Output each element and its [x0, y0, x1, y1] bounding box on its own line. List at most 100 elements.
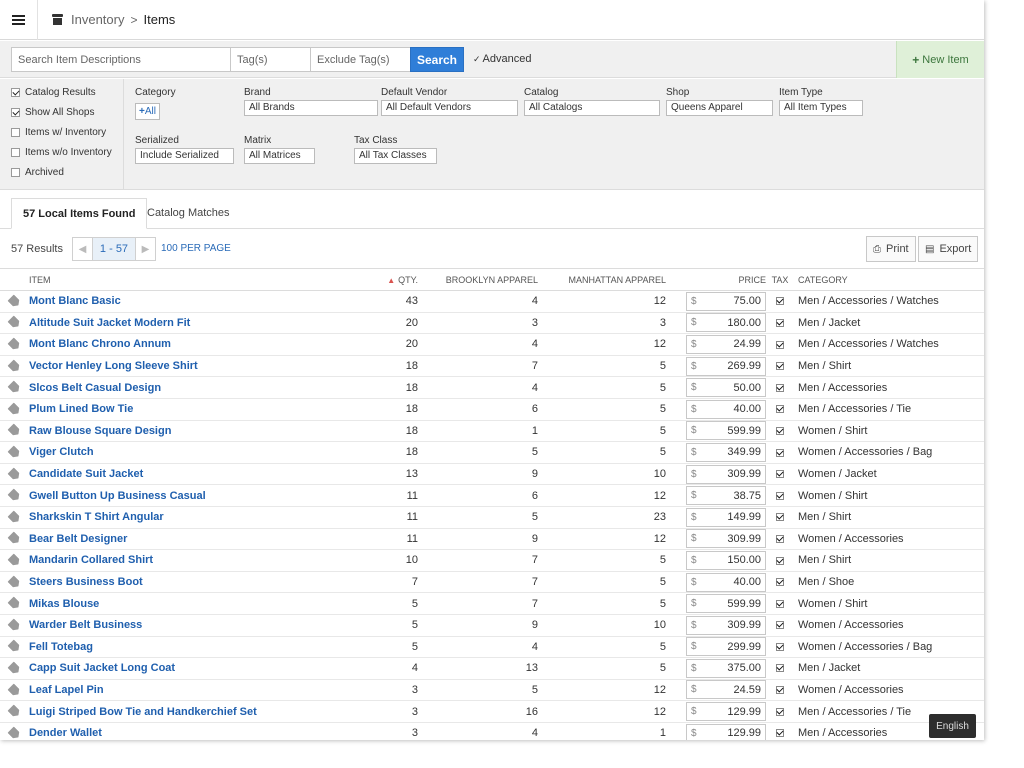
- price-input[interactable]: $309.99: [686, 464, 766, 484]
- tax-checkbox[interactable]: [776, 491, 784, 500]
- table-row[interactable]: Mandarin Collared Shirt 10 7 5 $150.00 Men / …: [0, 549, 984, 572]
- tab-local-items[interactable]: 57 Local Items Found: [11, 198, 148, 229]
- checkbox-catalog-results[interactable]: Catalog Results: [11, 87, 96, 98]
- item-link[interactable]: Warder Belt Business: [29, 619, 142, 631]
- table-row[interactable]: Steers Business Boot 7 7 5 $40.00 Men / Shoe: [0, 571, 984, 594]
- table-row[interactable]: Leaf Lapel Pin 3 5 12 $24.59 Women / Accessor…: [0, 679, 984, 702]
- tax-class-select[interactable]: All Tax Classes: [354, 148, 437, 164]
- item-link[interactable]: Steers Business Boot: [29, 576, 143, 588]
- tax-checkbox[interactable]: [776, 318, 784, 327]
- price-input[interactable]: $180.00: [686, 313, 766, 333]
- price-input[interactable]: $40.00: [686, 399, 766, 419]
- item-link[interactable]: Luigi Striped Bow Tie and Handkerchief S…: [29, 706, 257, 718]
- matrix-select[interactable]: All Matrices: [244, 148, 315, 164]
- tax-checkbox[interactable]: [776, 556, 784, 565]
- tax-checkbox[interactable]: [776, 297, 784, 306]
- checkbox[interactable]: [11, 168, 20, 177]
- table-row[interactable]: Fell Totebag 5 4 5 $299.99 Women / Accessorie…: [0, 636, 984, 659]
- item-link[interactable]: Mont Blanc Basic: [29, 295, 121, 307]
- print-button[interactable]: ⎙ Print: [866, 236, 916, 262]
- menu-button[interactable]: [0, 0, 38, 40]
- item-link[interactable]: Sharkskin T Shirt Angular: [29, 511, 164, 523]
- default-vendor-select[interactable]: All Default Vendors: [381, 100, 518, 116]
- tax-checkbox[interactable]: [776, 707, 784, 716]
- brand-select[interactable]: All Brands: [244, 100, 378, 116]
- serialized-select[interactable]: Include Serialized: [135, 148, 234, 164]
- table-row[interactable]: Raw Blouse Square Design 18 1 5 $599.99 Women…: [0, 420, 984, 443]
- table-row[interactable]: Altitude Suit Jacket Modern Fit 20 3 3 $180.…: [0, 312, 984, 335]
- price-input[interactable]: $150.00: [686, 550, 766, 570]
- table-row[interactable]: Dender Wallet 3 4 1 $129.99 Men / Accessories: [0, 722, 984, 740]
- price-input[interactable]: $349.99: [686, 442, 766, 462]
- price-input[interactable]: $75.00: [686, 291, 766, 311]
- export-button[interactable]: ▤ Export: [918, 236, 979, 262]
- checkbox[interactable]: [11, 88, 20, 97]
- catalog-select[interactable]: All Catalogs: [524, 100, 660, 116]
- search-descriptions-input[interactable]: [11, 47, 231, 72]
- item-link[interactable]: Viger Clutch: [29, 446, 94, 458]
- item-link[interactable]: Bear Belt Designer: [29, 533, 127, 545]
- table-row[interactable]: Vector Henley Long Sleeve Shirt 18 7 5 $269.…: [0, 355, 984, 378]
- table-row[interactable]: Mont Blanc Chrono Annum 20 4 12 $24.99 Men / …: [0, 333, 984, 356]
- table-row[interactable]: Candidate Suit Jacket 13 9 10 $309.99 Women /…: [0, 463, 984, 486]
- table-row[interactable]: Sharkskin T Shirt Angular 11 5 23 $149.99 Men…: [0, 506, 984, 529]
- price-input[interactable]: $309.99: [686, 615, 766, 635]
- tax-checkbox[interactable]: [776, 621, 784, 630]
- category-all-button[interactable]: +All: [135, 103, 160, 120]
- advanced-toggle[interactable]: ✓ Advanced: [473, 53, 531, 65]
- tax-checkbox[interactable]: [776, 383, 784, 392]
- tax-checkbox[interactable]: [776, 448, 784, 457]
- table-row[interactable]: Mikas Blouse 5 7 5 $599.99 Women / Shirt: [0, 592, 984, 615]
- table-row[interactable]: Slcos Belt Casual Design 18 4 5 $50.00 Men / …: [0, 376, 984, 399]
- tax-checkbox[interactable]: [776, 426, 784, 435]
- tax-checkbox[interactable]: [776, 470, 784, 479]
- header-tax[interactable]: TAX: [766, 268, 794, 291]
- header-category[interactable]: CATEGORY: [794, 268, 984, 291]
- price-input[interactable]: $24.99: [686, 334, 766, 354]
- price-input[interactable]: $24.59: [686, 680, 766, 700]
- item-link[interactable]: Capp Suit Jacket Long Coat: [29, 662, 175, 674]
- price-input[interactable]: $40.00: [686, 572, 766, 592]
- checkbox-archived[interactable]: Archived: [11, 167, 64, 178]
- table-row[interactable]: Viger Clutch 18 5 5 $349.99 Women / Accessori…: [0, 441, 984, 464]
- item-link[interactable]: Raw Blouse Square Design: [29, 425, 171, 437]
- exclude-tags-input[interactable]: [310, 47, 411, 72]
- table-row[interactable]: Mont Blanc Basic 43 4 12 $75.00 Men / Accesso…: [0, 290, 984, 313]
- search-button[interactable]: Search: [410, 47, 464, 72]
- item-link[interactable]: Vector Henley Long Sleeve Shirt: [29, 360, 198, 372]
- tax-checkbox[interactable]: [776, 405, 784, 414]
- item-link[interactable]: Gwell Button Up Business Casual: [29, 490, 206, 502]
- tax-checkbox[interactable]: [776, 340, 784, 349]
- table-row[interactable]: Capp Suit Jacket Long Coat 4 13 5 $375.00 Men…: [0, 657, 984, 680]
- tax-checkbox[interactable]: [776, 686, 784, 695]
- item-link[interactable]: Candidate Suit Jacket: [29, 468, 143, 480]
- price-input[interactable]: $269.99: [686, 356, 766, 376]
- header-manhattan[interactable]: MANHATTAN APPAREL: [538, 268, 666, 291]
- price-input[interactable]: $129.99: [686, 702, 766, 722]
- item-type-select[interactable]: All Item Types: [779, 100, 863, 116]
- new-item-button[interactable]: + New Item: [896, 41, 984, 78]
- tax-checkbox[interactable]: [776, 513, 784, 522]
- price-input[interactable]: $38.75: [686, 486, 766, 506]
- tax-checkbox[interactable]: [776, 729, 784, 738]
- price-input[interactable]: $129.99: [686, 723, 766, 740]
- price-input[interactable]: $50.00: [686, 378, 766, 398]
- tags-input[interactable]: [230, 47, 311, 72]
- tax-checkbox[interactable]: [776, 362, 784, 371]
- item-link[interactable]: Dender Wallet: [29, 727, 102, 739]
- prev-page-button[interactable]: ◀: [73, 238, 92, 260]
- tab-catalog-matches[interactable]: Catalog Matches: [136, 198, 241, 229]
- item-link[interactable]: Plum Lined Bow Tie: [29, 403, 133, 415]
- item-link[interactable]: Leaf Lapel Pin: [29, 684, 104, 696]
- per-page-link[interactable]: 100 PER PAGE: [161, 243, 231, 254]
- tax-checkbox[interactable]: [776, 599, 784, 608]
- tax-checkbox[interactable]: [776, 664, 784, 673]
- table-row[interactable]: Luigi Striped Bow Tie and Handkerchief S…: [0, 700, 984, 723]
- table-row[interactable]: Gwell Button Up Business Casual 11 6 12 $38.…: [0, 484, 984, 507]
- breadcrumb-inventory-link[interactable]: Inventory: [71, 12, 124, 27]
- checkbox[interactable]: [11, 108, 20, 117]
- tax-checkbox[interactable]: [776, 534, 784, 543]
- price-input[interactable]: $599.99: [686, 594, 766, 614]
- price-input[interactable]: $599.99: [686, 421, 766, 441]
- price-input[interactable]: $309.99: [686, 529, 766, 549]
